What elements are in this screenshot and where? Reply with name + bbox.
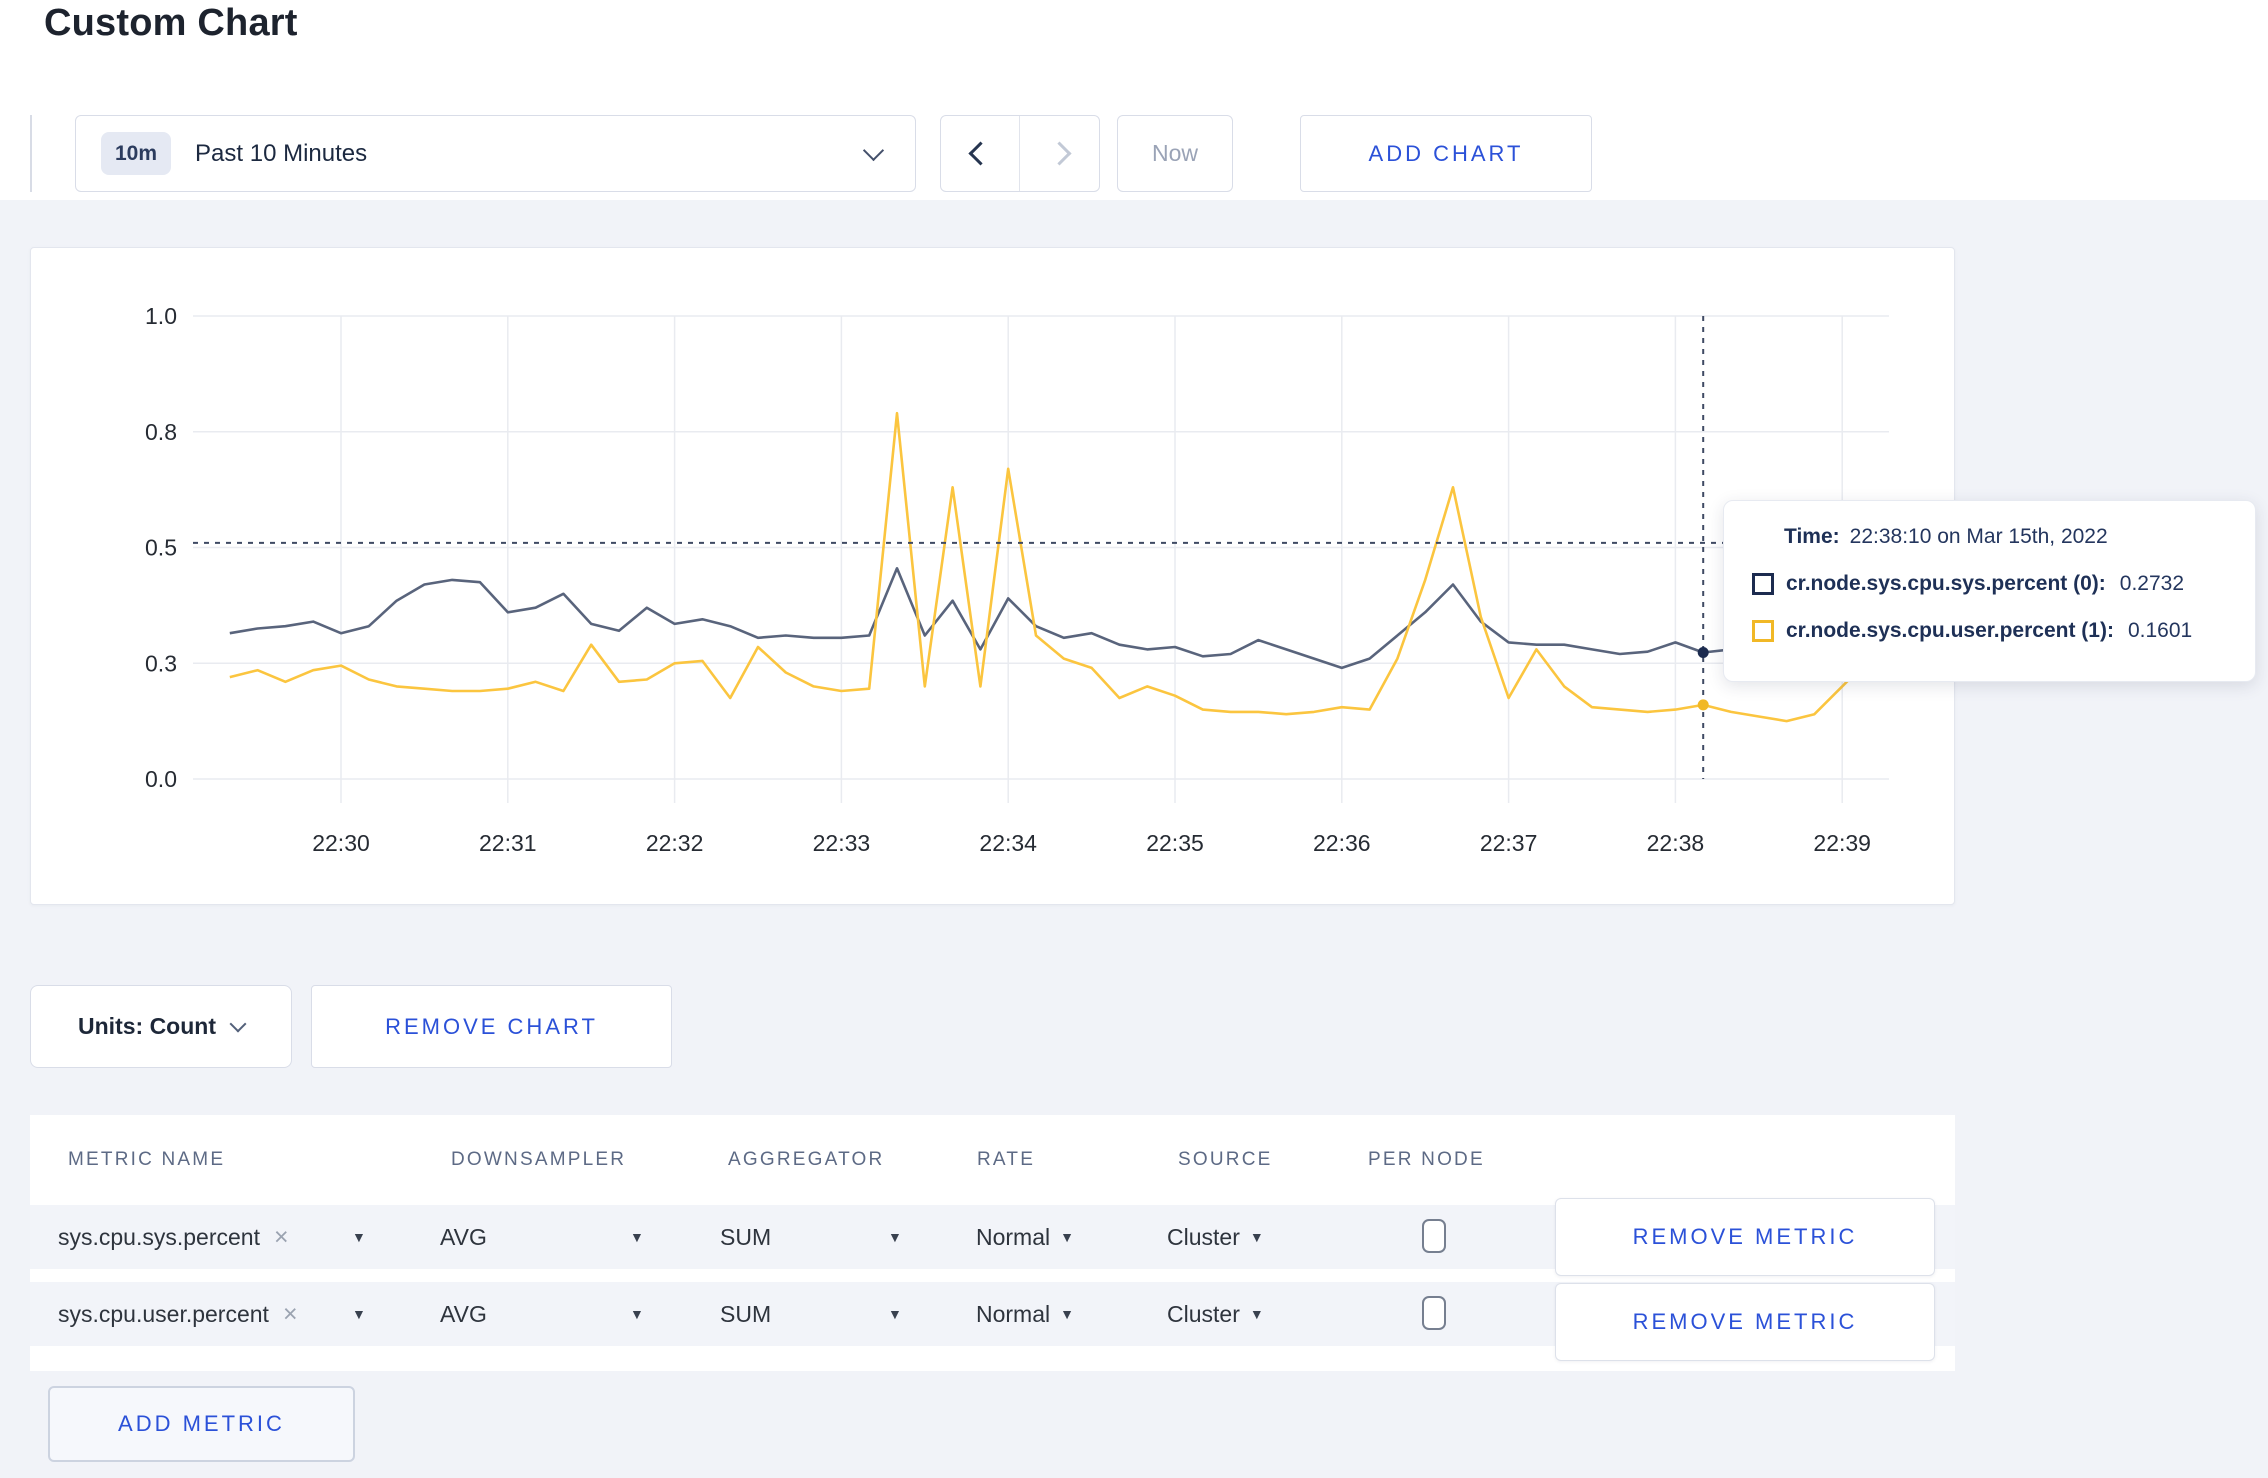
- x-axis-tick-label: 22:32: [646, 830, 704, 856]
- metric-name-caret-icon[interactable]: ▼: [352, 1205, 366, 1269]
- x-axis-tick-label: 22:36: [1313, 830, 1371, 856]
- topbar: Custom Chart 10m Past 10 Minutes Now ADD…: [0, 0, 2268, 200]
- chevron-left-icon: [967, 141, 993, 166]
- x-axis-tick-label: 22:30: [312, 830, 370, 856]
- user-series-swatch-icon: [1752, 620, 1774, 642]
- remove-metric-button[interactable]: REMOVE METRIC: [1555, 1198, 1935, 1276]
- downsampler-select[interactable]: AVG: [440, 1205, 487, 1269]
- aggregator-caret-icon[interactable]: ▼: [888, 1205, 902, 1269]
- downsampler-select[interactable]: AVG: [440, 1282, 487, 1346]
- y-axis-tick-label: 0.5: [145, 535, 177, 561]
- timeframe-dropdown[interactable]: 10m Past 10 Minutes: [75, 115, 916, 192]
- series-line: [229, 566, 1870, 670]
- source-select[interactable]: Cluster ▼: [1167, 1282, 1264, 1346]
- source-caret-icon: ▼: [1249, 1306, 1264, 1322]
- rate-caret-icon: ▼: [1060, 1306, 1074, 1322]
- add-metric-button[interactable]: ADD METRIC: [48, 1386, 355, 1462]
- add-chart-button[interactable]: ADD CHART: [1300, 115, 1592, 192]
- remove-metric-button[interactable]: REMOVE METRIC: [1555, 1283, 1935, 1361]
- clear-metric-icon[interactable]: ×: [283, 1300, 298, 1329]
- chevron-down-icon: [862, 139, 885, 162]
- timeframe-arrows: [940, 115, 1100, 192]
- col-header-rate: RATE: [977, 1149, 1036, 1170]
- toolbar-divider: [30, 115, 32, 192]
- chevron-right-icon: [1047, 141, 1072, 166]
- chevron-down-icon: [229, 1015, 247, 1033]
- page-title: Custom Chart: [44, 2, 298, 44]
- col-header-metric-name: METRIC NAME: [68, 1149, 226, 1170]
- tooltip-series-row: cr.node.sys.cpu.sys.percent (0): 0.2732: [1752, 572, 2229, 596]
- downsampler-caret-icon[interactable]: ▼: [630, 1205, 644, 1269]
- x-axis-tick-label: 22:39: [1813, 830, 1871, 856]
- y-axis-tick-label: 1.0: [145, 303, 177, 329]
- tooltip-series-value: 0.1601: [2127, 619, 2193, 642]
- source-caret-icon: ▼: [1249, 1229, 1264, 1245]
- units-label: Units: Count: [78, 1013, 216, 1039]
- y-axis-tick-label: 0.0: [145, 766, 177, 792]
- next-timeframe-button[interactable]: [1020, 116, 1099, 191]
- aggregator-caret-icon[interactable]: ▼: [888, 1282, 902, 1346]
- y-axis-tick-label: 0.3: [145, 650, 177, 676]
- chart-tooltip: Time: 22:38:10 on Mar 15th, 2022 cr.node.…: [1723, 500, 2256, 682]
- x-axis-tick-label: 22:35: [1146, 830, 1204, 856]
- col-header-source: SOURCE: [1178, 1149, 1273, 1170]
- tooltip-time-label: Time:: [1784, 525, 1840, 548]
- aggregator-select[interactable]: SUM: [720, 1205, 771, 1269]
- now-button[interactable]: Now: [1117, 115, 1233, 192]
- tooltip-series-value: 0.2732: [2119, 572, 2185, 595]
- tooltip-series-name: cr.node.sys.cpu.user.percent (1):: [1786, 619, 2114, 642]
- metrics-table: METRIC NAME DOWNSAMPLER AGGREGATOR RATE …: [30, 1115, 1955, 1371]
- hover-point-marker: [1697, 699, 1709, 711]
- y-axis-tick-label: 0.8: [145, 419, 177, 445]
- metric-name-select[interactable]: sys.cpu.user.percent ×: [58, 1282, 298, 1346]
- rate-caret-icon: ▼: [1060, 1229, 1074, 1245]
- rate-select[interactable]: Normal ▼: [976, 1205, 1074, 1269]
- timeseries-chart[interactable]: 1.0 0.8 0.5 0.3 0.0 22:30 22:31 22:32 22:33 22:34…: [31, 248, 1954, 904]
- series-line: [229, 411, 1871, 723]
- hover-point-marker: [1697, 647, 1709, 659]
- remove-chart-button[interactable]: REMOVE CHART: [311, 985, 672, 1068]
- per-node-checkbox[interactable]: [1422, 1219, 1446, 1253]
- sys-series-swatch-icon: [1752, 573, 1774, 595]
- timeframe-label: Past 10 Minutes: [195, 139, 368, 167]
- source-select[interactable]: Cluster ▼: [1167, 1205, 1264, 1269]
- x-axis-tick-label: 22:34: [979, 830, 1037, 856]
- col-header-aggregator: AGGREGATOR: [728, 1149, 885, 1170]
- chart-card[interactable]: 1.0 0.8 0.5 0.3 0.0 22:30 22:31 22:32 22:33 22:34…: [30, 247, 1955, 905]
- prev-timeframe-button[interactable]: [941, 116, 1020, 191]
- x-axis-tick-label: 22:33: [813, 830, 871, 856]
- x-axis-tick-label: 22:37: [1480, 830, 1538, 856]
- per-node-checkbox[interactable]: [1422, 1296, 1446, 1330]
- aggregator-select[interactable]: SUM: [720, 1282, 771, 1346]
- metric-name-caret-icon[interactable]: ▼: [352, 1282, 366, 1346]
- downsampler-caret-icon[interactable]: ▼: [630, 1282, 644, 1346]
- tooltip-time-value: 22:38:10 on Mar 15th, 2022: [1849, 525, 2108, 548]
- timeframe-badge: 10m: [101, 132, 172, 175]
- rate-select[interactable]: Normal ▼: [976, 1282, 1074, 1346]
- x-axis-tick-label: 22:31: [479, 830, 537, 856]
- col-header-per-node: PER NODE: [1368, 1149, 1485, 1170]
- x-axis-tick-label: 22:38: [1647, 830, 1705, 856]
- clear-metric-icon[interactable]: ×: [274, 1223, 289, 1252]
- tooltip-time: Time: 22:38:10 on Mar 15th, 2022: [1784, 525, 2229, 549]
- tooltip-series-name: cr.node.sys.cpu.sys.percent (0):: [1786, 572, 2106, 595]
- tooltip-series-row: cr.node.sys.cpu.user.percent (1): 0.1601: [1752, 619, 2229, 643]
- col-header-downsampler: DOWNSAMPLER: [451, 1149, 627, 1170]
- metric-name-select[interactable]: sys.cpu.sys.percent ×: [58, 1205, 289, 1269]
- units-dropdown[interactable]: Units: Count: [30, 985, 292, 1068]
